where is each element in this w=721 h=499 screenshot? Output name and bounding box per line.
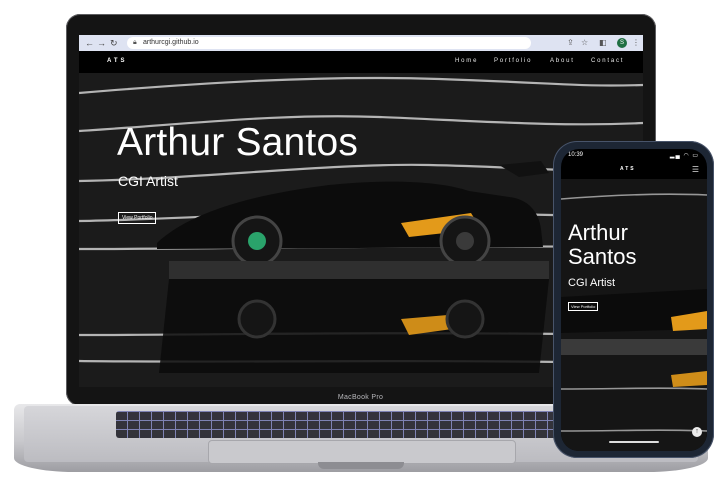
phone-hero-subtitle: CGI Artist (568, 277, 616, 289)
status-icons: ▂▄ ◠ ▭ (669, 153, 699, 159)
lock-icon: 🔒︎ (133, 39, 137, 46)
hero-subtitle: CGI Artist (118, 173, 178, 189)
home-indicator (609, 441, 659, 443)
forward-arrow-icon[interactable]: → (97, 37, 106, 49)
phone-view-portfolio-button[interactable]: View Portfolio (568, 302, 599, 311)
phone-hero-section: Arthur Santos CGI Artist View Portfolio (561, 179, 707, 451)
address-text: arthurcgi.github.io (143, 39, 199, 46)
hero-title: Arthur Santos (117, 121, 359, 164)
back-arrow-icon[interactable]: ← (85, 37, 94, 49)
nav-contact[interactable]: Contact (591, 58, 624, 64)
nav-portfolio[interactable]: Portfolio (494, 58, 532, 64)
view-portfolio-button[interactable]: View Portfolio (118, 212, 157, 224)
profile-avatar[interactable]: S (617, 38, 627, 48)
side-panel-icon[interactable]: ◧ (599, 37, 607, 49)
phone-hero-title: Arthur Santos (568, 220, 637, 269)
laptop-front-notch (318, 462, 404, 469)
browser-toolbar: ← → ↻ 🔒︎ arthurcgi.github.io ⇪ ☆ ◧ S ⋮ (79, 35, 643, 51)
site-navbar: ATS Home Portfolio About Contact (79, 51, 643, 73)
hamburger-icon[interactable]: ☰ (692, 165, 699, 174)
keyboard (116, 411, 604, 438)
phone-notch (601, 149, 667, 160)
status-time: 10:39 (568, 152, 584, 158)
reload-icon[interactable]: ↻ (110, 37, 118, 49)
phone-site-logo[interactable]: ATS (620, 166, 636, 172)
kebab-menu-icon[interactable]: ⋮ (632, 37, 640, 49)
trackpad (208, 440, 516, 464)
share-icon[interactable]: ⇪ (567, 37, 574, 49)
bookmark-star-icon[interactable]: ☆ (581, 37, 588, 49)
nav-about[interactable]: About (550, 58, 575, 64)
nav-home[interactable]: Home (455, 58, 478, 64)
address-bar[interactable]: 🔒︎ arthurcgi.github.io (127, 37, 531, 49)
site-logo[interactable]: ATS (107, 58, 128, 64)
phone-screen: 10:39 ▂▄ ◠ ▭ ATS ☰ Arthur Santos CGI Art… (561, 149, 707, 451)
phone-navbar: ATS ☰ (561, 164, 707, 177)
scroll-up-icon[interactable]: ↑ (692, 427, 702, 437)
